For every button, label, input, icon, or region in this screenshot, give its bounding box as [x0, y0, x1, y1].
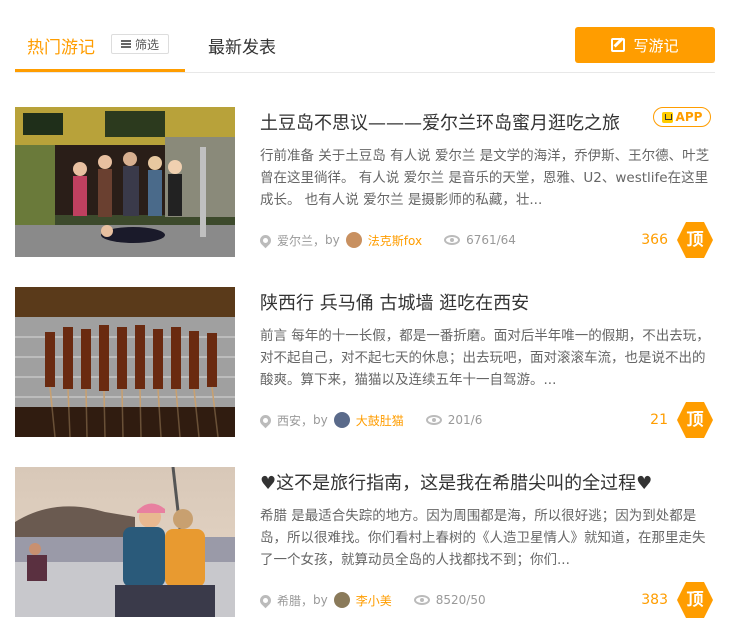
app-badge: APP [653, 107, 711, 127]
article-meta: 西安， by 大鼓肚猫 201/6 [257, 411, 483, 429]
app-badge-label: APP [675, 110, 703, 124]
article-title[interactable]: 陕西行 兵马俑 古城墙 逛吃在西安 [260, 289, 529, 315]
author-name[interactable]: 大鼓肚猫 [356, 412, 404, 429]
upvote-label: 顶 [686, 230, 704, 250]
article-meta: 爱尔兰， by 法克斯fox 6761/64 [257, 231, 516, 249]
avatar[interactable] [333, 592, 350, 608]
view-comment-stats: 6761/64 [466, 233, 516, 247]
article-card: ♥这不是旅行指南，这是我在希腊尖叫的全过程♥ 希腊 是最适合失踪的地方。因为周围… [15, 467, 715, 619]
eye-icon [413, 595, 430, 605]
upvote-button[interactable]: 顶 [676, 581, 714, 619]
write-travelogue-button[interactable]: 写游记 [575, 27, 715, 63]
avatar[interactable] [345, 232, 362, 248]
article-excerpt: 前言 每年的十一长假，都是一番折磨。面对后半年唯一的假期，不出去玩，对不起自己，… [260, 328, 710, 388]
article-excerpt: 行前准备 关于土豆岛 有人说 爱尔兰 是文学的海洋，乔伊斯、王尔德、叶芝曾在这里… [260, 148, 710, 208]
eye-icon [425, 415, 442, 425]
vote-count: 366 [641, 232, 668, 248]
location-name[interactable]: 爱尔兰 [277, 232, 313, 249]
by-label: by [313, 593, 328, 607]
upvote-label: 顶 [686, 410, 704, 430]
article-title[interactable]: 土豆岛不思议———爱尔兰环岛蜜月逛吃之旅 [260, 109, 620, 135]
upvote-label: 顶 [686, 590, 704, 610]
article-thumbnail[interactable] [15, 287, 235, 437]
article-title[interactable]: ♥这不是旅行指南，这是我在希腊尖叫的全过程♥ [260, 469, 652, 495]
write-label: 写游记 [633, 36, 679, 55]
article-excerpt: 希腊 是最适合失踪的地方。因为周围都是海，所以很好逃；因为到处都是岛，所以很难找… [260, 508, 706, 568]
article-meta: 希腊， by 李小美 8520/50 [257, 591, 486, 609]
view-comment-stats: 8520/50 [435, 593, 486, 607]
list-icon [120, 40, 131, 48]
vote-count: 21 [650, 412, 668, 428]
filter-button[interactable]: 筛选 [111, 34, 169, 54]
eye-icon [444, 235, 461, 245]
tab-hot-travelogues[interactable]: 热门游记 筛选 [15, 0, 185, 72]
view-comment-stats: 201/6 [447, 413, 483, 427]
author-name[interactable]: 法克斯fox [368, 232, 422, 249]
upvote-button[interactable]: 顶 [676, 401, 714, 439]
author-name[interactable]: 李小美 [356, 592, 392, 609]
by-label: by [325, 233, 340, 247]
article-thumbnail[interactable] [15, 467, 235, 617]
travelogue-tabs: 热门游记 筛选 最新发表 写游记 [15, 0, 715, 73]
avatar[interactable] [333, 412, 350, 428]
vote-count: 383 [641, 592, 668, 608]
article-thumbnail[interactable] [15, 107, 235, 257]
tab-hot-label: 热门游记 [27, 38, 95, 58]
filter-label: 筛选 [134, 37, 159, 52]
ireland-pub-photo [15, 107, 235, 257]
by-label: by [313, 413, 328, 427]
skewers-photo [15, 287, 235, 437]
upvote-button[interactable]: 顶 [676, 221, 714, 259]
location-pin-icon [257, 232, 274, 248]
article-card: 土豆岛不思议———爱尔兰环岛蜜月逛吃之旅 APP 行前准备 关于土豆岛 有人说 … [15, 107, 715, 259]
location-name[interactable]: 西安 [277, 412, 301, 429]
article-card: 陕西行 兵马俑 古城墙 逛吃在西安 前言 每年的十一长假，都是一番折磨。面对后半… [15, 287, 715, 439]
location-pin-icon [257, 412, 274, 428]
greece-boat-photo [15, 467, 235, 617]
tab-latest[interactable]: 最新发表 [208, 33, 276, 58]
edit-icon [611, 38, 626, 52]
location-pin-icon [257, 592, 274, 608]
location-name[interactable]: 希腊 [277, 592, 301, 609]
app-icon [661, 111, 673, 123]
